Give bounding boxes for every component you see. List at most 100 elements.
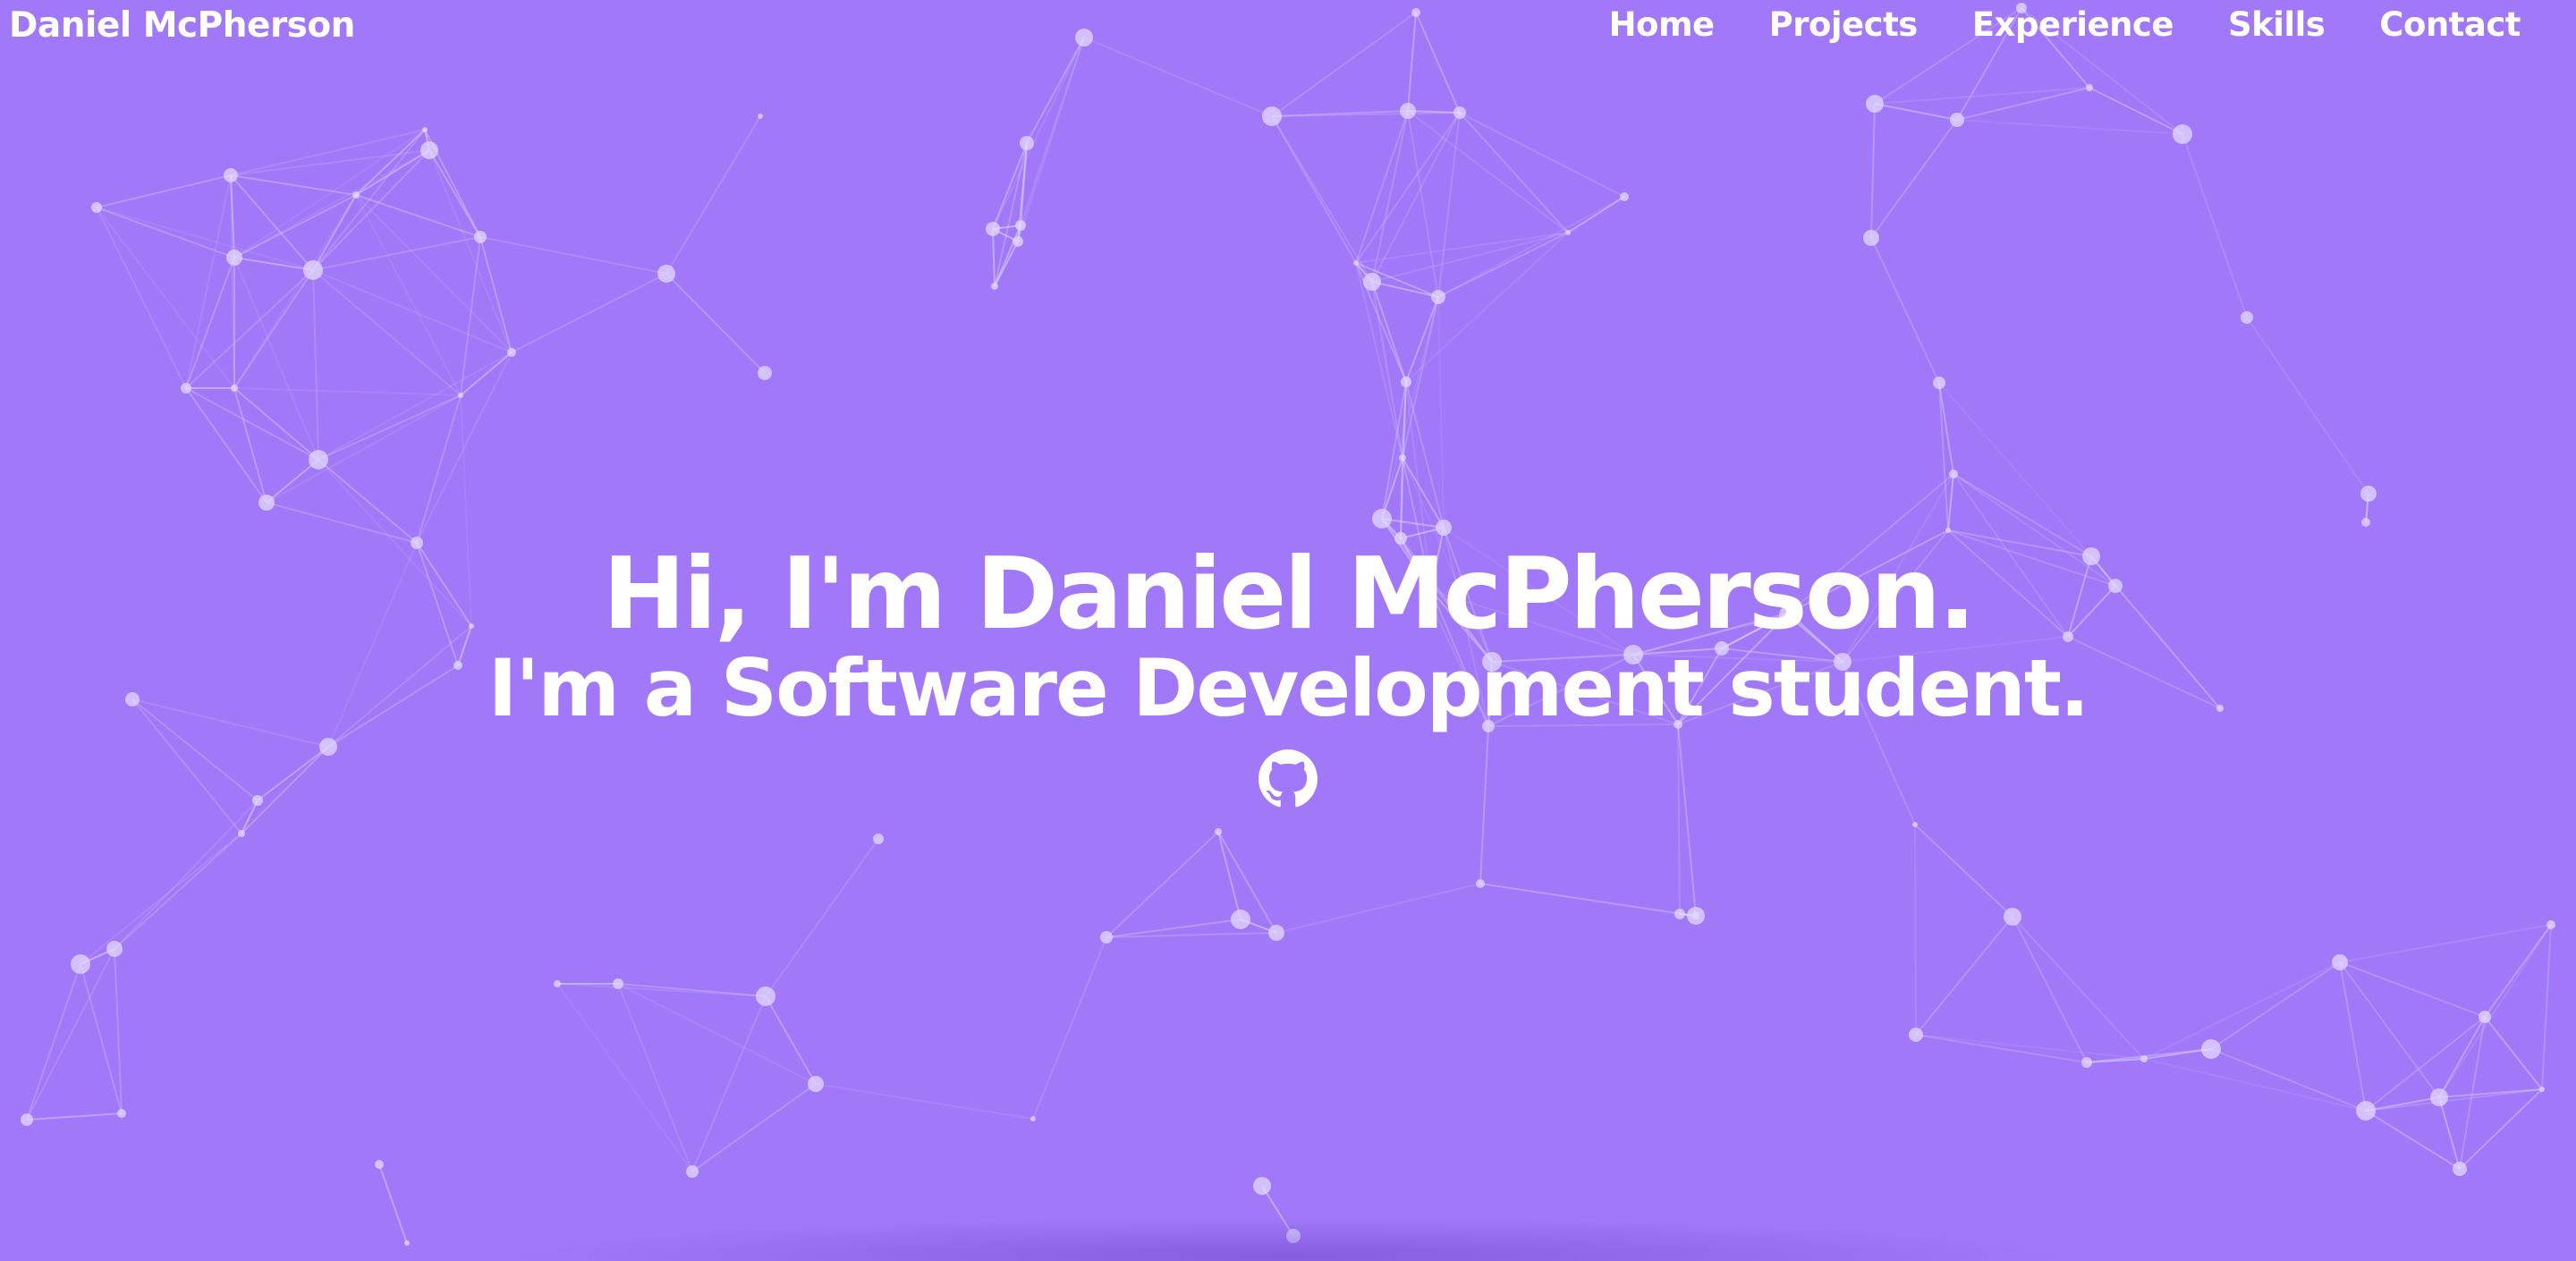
nav-item-experience: Experience [1918, 5, 2174, 44]
particle-node [1945, 528, 1951, 533]
particle-link [1915, 1034, 2145, 1060]
particle-node [2430, 1088, 2448, 1106]
particle-node [1909, 1028, 1923, 1042]
particle-link [1938, 382, 1949, 531]
particle-node [1030, 1116, 1036, 1121]
particle-link [1567, 196, 1625, 233]
particle-link [1915, 1034, 2088, 1063]
particle-link [1914, 824, 2013, 918]
nav-link-skills[interactable]: Skills [2228, 5, 2326, 44]
particle-link [1106, 831, 1219, 938]
github-icon [1258, 749, 1318, 808]
nav-link-projects[interactable]: Projects [1769, 5, 1919, 44]
particle-node [873, 834, 884, 844]
particle-link [1032, 936, 1107, 1120]
particle-node [1020, 136, 1034, 150]
particle-link [1956, 119, 2183, 135]
particle-link [266, 394, 462, 504]
particle-link [233, 387, 462, 396]
particle-link [2541, 924, 2552, 1090]
particle-node [91, 202, 102, 213]
particle-link [318, 351, 513, 461]
particle-node [657, 265, 675, 283]
particle-link [185, 174, 232, 389]
particle-link [2365, 1088, 2543, 1112]
particle-link [96, 174, 232, 208]
particle-link [2365, 1016, 2486, 1112]
nav-link-home[interactable]: Home [1609, 5, 1716, 44]
particle-link [355, 194, 513, 353]
particle-link [617, 983, 693, 1172]
particle-link [511, 273, 667, 353]
particle-node [2479, 1011, 2491, 1023]
particle-node [1262, 106, 1282, 126]
particle-link [26, 1113, 123, 1121]
particle-link [1915, 916, 2013, 1036]
particle-link [26, 948, 115, 1121]
particle-node [1436, 520, 1452, 536]
particle-node [224, 168, 238, 182]
particle-link [312, 269, 319, 461]
particle-node [1949, 470, 1958, 478]
particle-node [1565, 230, 1571, 235]
particle-link [1020, 37, 1085, 226]
particle-link [460, 351, 513, 396]
particle-link [233, 149, 430, 258]
particle-node [2332, 954, 2348, 970]
particle-link [80, 833, 242, 965]
brand-name[interactable]: Daniel McPherson [9, 5, 355, 46]
particle-node [1400, 103, 1416, 119]
particle-link [2438, 924, 2552, 1098]
particle-node [1353, 260, 1359, 266]
particle-node [1372, 509, 1392, 529]
github-link[interactable] [1258, 749, 1318, 808]
particle-link [114, 800, 258, 950]
particle-node [1674, 909, 1685, 919]
particle-link [1459, 112, 1569, 233]
particle-node [613, 978, 623, 989]
nav-link-contact[interactable]: Contact [2379, 5, 2521, 44]
particle-link [2182, 133, 2248, 318]
particle-link [1938, 382, 2092, 557]
particle-node [758, 366, 772, 380]
particle-node [21, 1113, 33, 1126]
particle-node [2081, 1057, 2092, 1068]
particle-node [181, 383, 191, 394]
particle-node [2241, 311, 2253, 324]
particle-node [117, 1109, 126, 1118]
particle-link [2246, 317, 2369, 495]
particle-node [1933, 377, 1945, 389]
particle-link [233, 257, 319, 461]
particle-link [1405, 381, 1445, 529]
particle-node [258, 495, 275, 511]
nav-item-contact: Contact [2325, 5, 2521, 44]
particle-link [1217, 831, 1241, 920]
particle-link [815, 1083, 1034, 1120]
particle-node [2546, 920, 2555, 929]
particle-link [1437, 296, 1445, 529]
particle-node [1268, 925, 1284, 941]
particle-node [2356, 1101, 2376, 1121]
nav-link-experience[interactable]: Experience [1972, 5, 2174, 44]
particle-link [479, 236, 513, 353]
particle-node [1476, 879, 1485, 888]
particle-node [1620, 192, 1629, 201]
particle-link [1870, 119, 1958, 239]
nav-item-skills: Skills [2174, 5, 2326, 44]
particle-link [2339, 961, 2367, 1112]
particle-node [1231, 910, 1250, 929]
particle-node [1687, 907, 1705, 925]
hero-section: Hi, I'm Daniel McPherson. I'm a Software… [0, 541, 2576, 812]
particle-node [1100, 931, 1113, 944]
particle-node [458, 393, 463, 398]
particle-link [2012, 916, 2145, 1060]
particle-link [318, 394, 462, 461]
particle-node [1399, 454, 1406, 461]
particle-link [1870, 103, 1876, 239]
particle-node [1013, 236, 1023, 247]
particle-node [2004, 908, 2021, 926]
particle-node [808, 1076, 824, 1092]
particle-node [422, 127, 428, 132]
particle-node [404, 1240, 410, 1246]
particle-link [312, 269, 462, 396]
